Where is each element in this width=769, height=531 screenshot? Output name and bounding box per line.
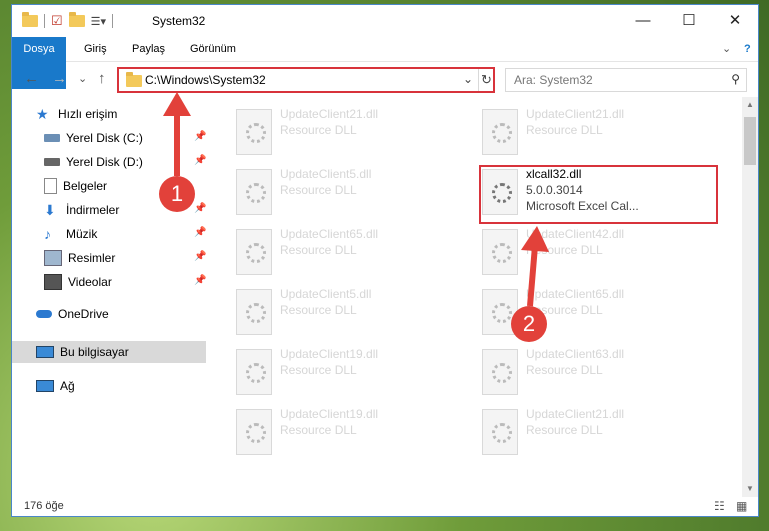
arrow-2-head [521, 226, 549, 252]
annotation-arrows [163, 92, 549, 307]
step-1-badge: 1 [159, 176, 195, 212]
arrow-1-head [163, 92, 191, 116]
step-2-badge: 2 [511, 306, 547, 342]
arrow-2-shaft [527, 245, 538, 307]
